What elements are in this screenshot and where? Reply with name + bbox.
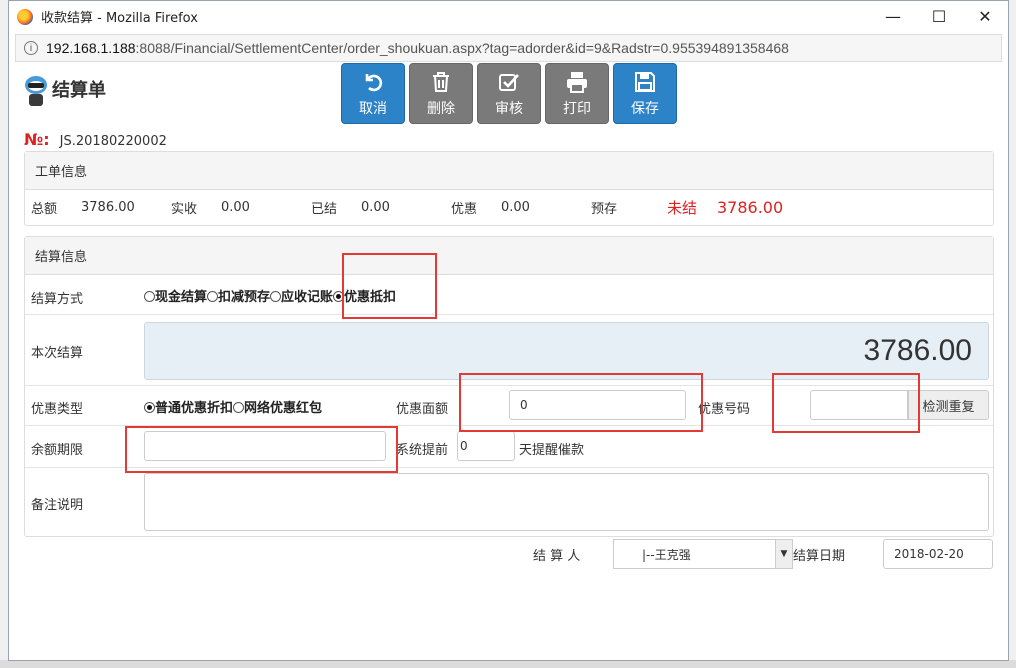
amount-row: 本次结算 3786.00 <box>25 315 993 386</box>
mascot-logo-icon <box>23 72 49 106</box>
discount-type-row: 优惠类型 普通优惠折扣 网络优惠红包 优惠面额 0 优惠号码 检测重复 <box>25 386 993 426</box>
doc-no-value: JS.20180220002 <box>59 134 167 149</box>
unsettled-label: 未结 <box>667 199 698 217</box>
delete-label: 删除 <box>427 100 455 117</box>
method-label: 结算方式 <box>31 292 84 307</box>
settler-label: 结 算 人 <box>533 549 581 564</box>
trash-icon <box>433 71 449 92</box>
footer-row: 结 算 人 |--王克强 ▼ 结算日期 2018-02-20 <box>9 538 1008 570</box>
check-square-icon <box>499 73 519 91</box>
discount-value: 0.00 <box>501 200 530 215</box>
save-label: 保存 <box>631 100 659 117</box>
discount-code-input[interactable] <box>810 390 908 420</box>
method-row: 结算方式 现金结算 扣减预存 应收记账 优惠抵扣 <box>25 276 993 315</box>
maximize-button[interactable]: ☐ <box>916 1 962 32</box>
method-options: 现金结算 扣减预存 应收记账 优惠抵扣 <box>144 286 396 305</box>
remark-label: 备注说明 <box>31 498 84 513</box>
audit-label: 审核 <box>495 100 523 117</box>
method-option-discount[interactable]: 优惠抵扣 <box>344 290 396 305</box>
amount-display: 3786.00 <box>144 322 989 380</box>
discount-type-radio-network[interactable] <box>233 402 245 413</box>
page-title: 结算单 <box>52 80 106 101</box>
doc-no-label: №: <box>24 130 50 149</box>
floppy-icon <box>635 71 655 92</box>
cancel-label: 取消 <box>359 100 387 117</box>
method-radio-deposit[interactable] <box>207 291 219 302</box>
work-info-title: 工单信息 <box>25 152 993 190</box>
unsettled-value: 3786.00 <box>717 198 784 217</box>
summary-row: 总额 3786.00 实收 0.00 已结 0.00 优惠 0.00 预存 未结… <box>25 190 993 225</box>
date-input[interactable]: 2018-02-20 <box>883 539 993 569</box>
title-bar: 收款结算 - Mozilla Firefox — ☐ ✕ <box>9 1 1008 32</box>
remind-prefix: 系统提前 <box>396 443 449 458</box>
check-duplicate-button[interactable]: 检测重复 <box>908 390 989 420</box>
printer-icon <box>567 71 587 93</box>
cancel-button[interactable]: 取消 <box>341 63 405 124</box>
url-path: :8088/Financial/SettlementCenter/order_s… <box>135 40 789 56</box>
print-button[interactable]: 打印 <box>545 63 609 124</box>
received-label: 实收 <box>171 202 198 217</box>
info-icon[interactable]: i <box>24 41 38 55</box>
balance-term-row: 余额期限 系统提前 0 天提醒催款 <box>25 426 993 468</box>
address-bar[interactable]: i 192.168.1.188:8088/Financial/Settlemen… <box>15 34 1002 62</box>
chevron-down-icon[interactable]: ▼ <box>775 540 792 568</box>
deposit-label: 预存 <box>591 202 618 217</box>
document-number: №: JS.20180220002 <box>24 130 167 149</box>
url-host: 192.168.1.188 <box>46 40 136 56</box>
total-label: 总额 <box>31 202 58 217</box>
delete-button[interactable]: 删除 <box>409 63 473 124</box>
date-label: 结算日期 <box>793 549 846 564</box>
settle-info-panel: 结算信息 结算方式 现金结算 扣减预存 应收记账 优惠抵扣 本次结算 3786.00 … <box>24 236 994 537</box>
settled-label: 已结 <box>311 202 338 217</box>
discount-type-radio-normal[interactable] <box>144 402 155 413</box>
method-radio-discount[interactable] <box>333 291 345 302</box>
discount-code-label: 优惠号码 <box>698 402 751 417</box>
save-button[interactable]: 保存 <box>613 63 677 124</box>
amount-label: 本次结算 <box>31 346 84 361</box>
background-app-bottom <box>0 660 1016 668</box>
balance-term-input[interactable] <box>144 431 386 461</box>
background-app-right <box>1008 0 1016 668</box>
page-content: 结算单 取消 删除 审核 打印 保存 №: JS.20180220002 工单信… <box>9 62 1008 660</box>
firefox-icon <box>17 8 33 25</box>
toolbar: 取消 删除 审核 打印 保存 <box>341 63 677 124</box>
method-radio-receivable[interactable] <box>270 291 282 302</box>
discount-type-options: 普通优惠折扣 网络优惠红包 <box>144 397 322 416</box>
remark-row: 备注说明 <box>25 468 993 536</box>
received-value: 0.00 <box>221 200 250 215</box>
balance-term-label: 余额期限 <box>31 443 84 458</box>
discount-type-option-normal[interactable]: 普通优惠折扣 <box>155 401 233 416</box>
discount-label: 优惠 <box>451 202 478 217</box>
remind-days-input[interactable]: 0 <box>457 431 515 461</box>
popup-window: 收款结算 - Mozilla Firefox — ☐ ✕ i 192.168.1… <box>8 0 1009 661</box>
close-button[interactable]: ✕ <box>962 1 1008 32</box>
method-option-cash[interactable]: 现金结算 <box>155 290 207 305</box>
window-title: 收款结算 - Mozilla Firefox <box>41 11 198 26</box>
method-option-receivable[interactable]: 应收记账 <box>281 290 333 305</box>
discount-amount-input[interactable]: 0 <box>509 390 686 420</box>
discount-amount-label: 优惠面额 <box>396 402 449 417</box>
remark-textarea[interactable] <box>144 473 989 531</box>
remind-suffix: 天提醒催款 <box>519 443 585 458</box>
minimize-button[interactable]: — <box>870 1 916 32</box>
window-controls: — ☐ ✕ <box>870 1 1008 32</box>
work-info-panel: 工单信息 总额 3786.00 实收 0.00 已结 0.00 优惠 0.00 … <box>24 151 994 226</box>
discount-type-label: 优惠类型 <box>31 402 84 417</box>
undo-icon <box>365 73 383 91</box>
settler-select[interactable]: |--王克强 ▼ <box>613 539 793 569</box>
total-value: 3786.00 <box>81 200 135 215</box>
method-radio-cash[interactable] <box>144 291 155 302</box>
method-option-deposit[interactable]: 扣减预存 <box>218 290 270 305</box>
settler-value: |--王克强 <box>642 547 691 562</box>
page-header: 结算单 <box>23 72 106 106</box>
settled-value: 0.00 <box>361 200 390 215</box>
audit-button[interactable]: 审核 <box>477 63 541 124</box>
print-label: 打印 <box>563 100 591 117</box>
settle-info-title: 结算信息 <box>25 237 993 275</box>
discount-type-option-network[interactable]: 网络优惠红包 <box>244 401 322 416</box>
